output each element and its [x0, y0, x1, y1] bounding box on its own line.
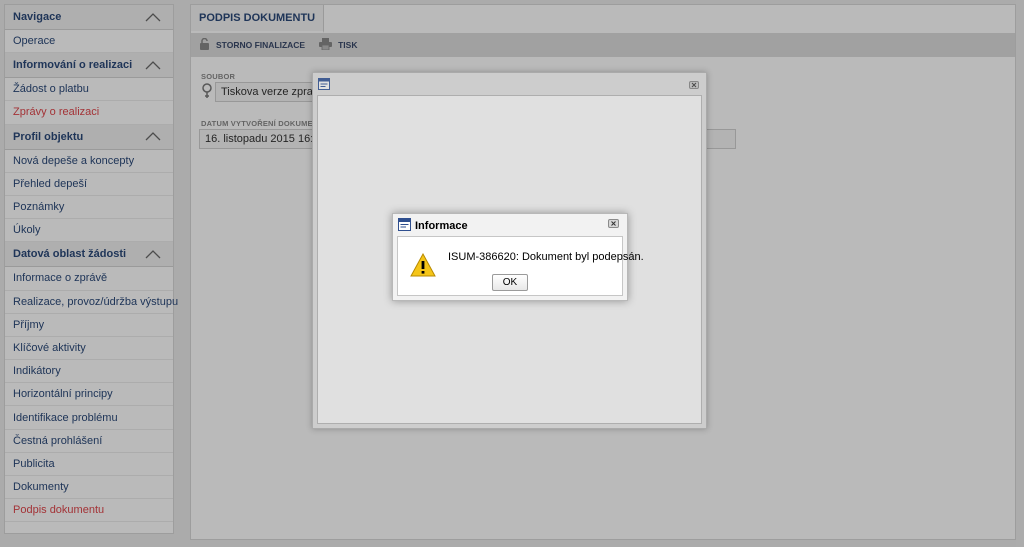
- info-dialog-body: ISUM-386620: Dokument byl podepsán. OK: [397, 236, 644, 296]
- close-icon[interactable]: [608, 219, 619, 231]
- info-message: ISUM-386620: Dokument byl podepsán.: [448, 251, 644, 263]
- warning-icon: [410, 252, 436, 280]
- info-dialog-title: Informace: [415, 220, 468, 232]
- window-icon: [398, 218, 411, 234]
- ok-button[interactable]: OK: [492, 274, 528, 291]
- info-dialog: Informace ISUM-386620: Dokument byl pode…: [392, 213, 644, 301]
